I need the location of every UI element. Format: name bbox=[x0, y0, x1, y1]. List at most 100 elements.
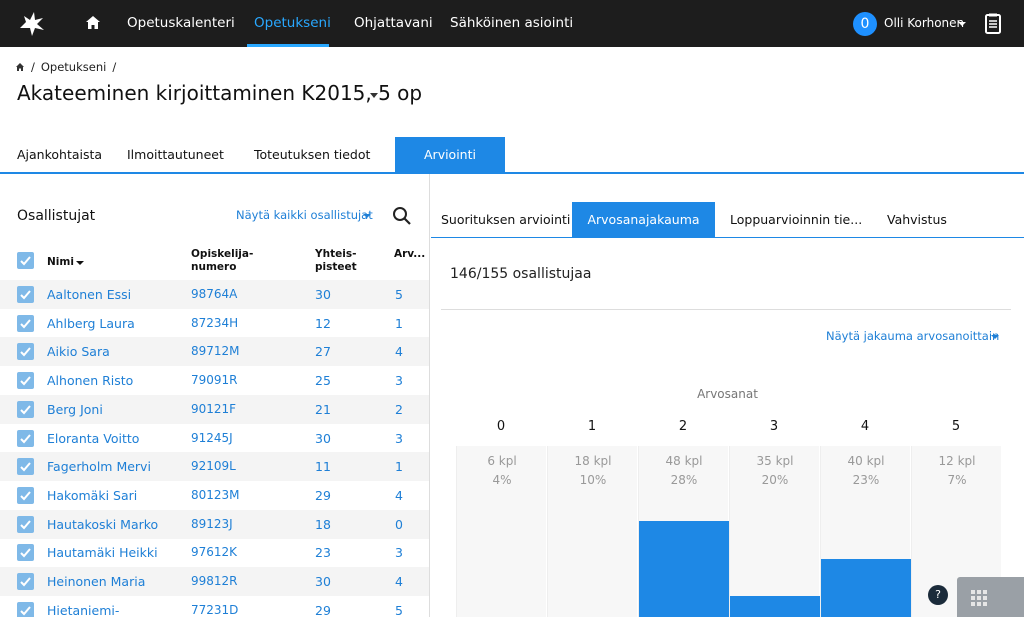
grade-bar-area[interactable]: 35 kpl 20% bbox=[729, 446, 820, 617]
grade-value[interactable]: 4 bbox=[395, 574, 403, 589]
row-checkbox[interactable] bbox=[17, 314, 34, 332]
home-icon[interactable] bbox=[84, 14, 102, 32]
distribution-filter-dropdown[interactable]: Näytä jakauma arvosanoittain bbox=[826, 329, 999, 343]
student-number[interactable]: 98764A bbox=[191, 287, 237, 301]
row-checkbox[interactable] bbox=[17, 372, 34, 390]
student-number[interactable]: 79091R bbox=[191, 373, 238, 387]
grade-value[interactable]: 4 bbox=[395, 344, 403, 359]
participant-name-link[interactable]: Eloranta Voitto bbox=[47, 431, 139, 446]
table-row[interactable]: Heinonen Maria 99812R 30 4 bbox=[0, 567, 429, 596]
search-icon[interactable] bbox=[392, 206, 412, 226]
subtab-loppuarvioinnin-tiedot[interactable]: Loppuarvioinnin tie... bbox=[730, 202, 862, 238]
student-number[interactable]: 89712M bbox=[191, 344, 240, 358]
breadcrumb-opetukseni[interactable]: Opetukseni bbox=[41, 60, 106, 74]
university-logo-icon[interactable] bbox=[16, 8, 48, 40]
grade-bar-area[interactable]: 6 kpl 4% bbox=[456, 446, 546, 617]
grade-bar[interactable] bbox=[730, 596, 820, 617]
student-number[interactable]: 92109L bbox=[191, 459, 236, 473]
total-points[interactable]: 23 bbox=[315, 545, 331, 560]
table-row[interactable]: Fagerholm Mervi 92109L 11 1 bbox=[0, 452, 429, 482]
chevron-down-icon[interactable] bbox=[991, 335, 999, 339]
row-checkbox[interactable] bbox=[17, 544, 34, 562]
tab-arviointi[interactable]: Arviointi bbox=[395, 137, 505, 173]
home-icon[interactable] bbox=[15, 62, 25, 72]
grade-value[interactable]: 0 bbox=[395, 517, 403, 532]
participant-name-link[interactable]: Fagerholm Mervi bbox=[47, 459, 151, 474]
total-points[interactable]: 29 bbox=[315, 603, 331, 617]
participant-name-link[interactable]: Aaltonen Essi bbox=[47, 287, 131, 302]
chevron-down-icon[interactable] bbox=[363, 214, 371, 218]
column-header-student-number[interactable]: Opiskelija- numero bbox=[191, 248, 253, 274]
participant-name-link[interactable]: Aikio Sara bbox=[47, 344, 110, 359]
nav-ohjattavani[interactable]: Ohjattavani bbox=[354, 0, 433, 47]
table-row[interactable]: Hietaniemi- 77231D 29 5 bbox=[0, 596, 429, 617]
row-checkbox[interactable] bbox=[17, 286, 34, 303]
grade-bar[interactable] bbox=[821, 559, 911, 617]
grade-value[interactable]: 2 bbox=[395, 402, 403, 417]
chevron-down-icon[interactable] bbox=[370, 93, 378, 98]
total-points[interactable]: 30 bbox=[315, 287, 331, 302]
row-checkbox[interactable] bbox=[17, 429, 34, 447]
student-number[interactable]: 80123M bbox=[191, 488, 240, 502]
notification-badge[interactable]: 0 bbox=[853, 12, 877, 36]
row-checkbox[interactable] bbox=[17, 400, 34, 418]
grade-bar[interactable] bbox=[639, 521, 729, 617]
page-title[interactable]: Akateeminen kirjoittaminen K2015, 5 op bbox=[17, 81, 422, 105]
table-row[interactable]: Aaltonen Essi 98764A 30 5 bbox=[0, 280, 429, 309]
table-row[interactable]: Eloranta Voitto 91245J 30 3 bbox=[0, 424, 429, 453]
total-points[interactable]: 11 bbox=[315, 459, 331, 474]
participant-name-link[interactable]: Hautakoski Marko bbox=[47, 517, 158, 532]
student-number[interactable]: 77231D bbox=[191, 603, 238, 617]
grade-value[interactable]: 3 bbox=[395, 373, 403, 388]
participant-name-link[interactable]: Hietaniemi- bbox=[47, 603, 119, 617]
participant-name-link[interactable]: Ahlberg Laura bbox=[47, 316, 135, 331]
chevron-down-icon[interactable] bbox=[958, 22, 966, 26]
total-points[interactable]: 12 bbox=[315, 316, 331, 331]
tab-ajankohtaista[interactable]: Ajankohtaista bbox=[17, 137, 102, 173]
row-checkbox[interactable] bbox=[17, 458, 34, 476]
student-number[interactable]: 89123J bbox=[191, 517, 233, 531]
participant-name-link[interactable]: Alhonen Risto bbox=[47, 373, 133, 388]
nav-opetukseni[interactable]: Opetukseni bbox=[254, 0, 331, 47]
participants-filter-dropdown[interactable]: Näytä kaikki osallistujat bbox=[236, 208, 373, 222]
grade-value[interactable]: 3 bbox=[395, 545, 403, 560]
total-points[interactable]: 30 bbox=[315, 431, 331, 446]
grade-value[interactable]: 3 bbox=[395, 431, 403, 446]
grade-bar-area[interactable]: 18 kpl 10% bbox=[547, 446, 637, 617]
student-number[interactable]: 90121F bbox=[191, 402, 236, 416]
total-points[interactable]: 25 bbox=[315, 373, 331, 388]
select-all-checkbox[interactable] bbox=[17, 252, 34, 269]
row-checkbox[interactable] bbox=[17, 343, 34, 361]
nav-sahkoinen-asiointi[interactable]: Sähköinen asiointi bbox=[450, 0, 573, 47]
table-row[interactable]: Aikio Sara 89712M 27 4 bbox=[0, 337, 429, 367]
total-points[interactable]: 30 bbox=[315, 574, 331, 589]
total-points[interactable]: 21 bbox=[315, 402, 331, 417]
table-row[interactable]: Alhonen Risto 79091R 25 3 bbox=[0, 366, 429, 395]
column-header-points[interactable]: Yhteis- pisteet bbox=[315, 248, 357, 274]
row-checkbox[interactable] bbox=[17, 573, 34, 590]
grade-value[interactable]: 5 bbox=[395, 287, 403, 302]
sort-down-icon[interactable] bbox=[76, 261, 84, 265]
participant-name-link[interactable]: Heinonen Maria bbox=[47, 574, 145, 589]
table-row[interactable]: Ahlberg Laura 87234H 12 1 bbox=[0, 309, 429, 338]
grade-value[interactable]: 4 bbox=[395, 488, 403, 503]
row-checkbox[interactable] bbox=[17, 601, 34, 617]
student-number[interactable]: 99812R bbox=[191, 574, 238, 588]
grade-bar-area[interactable]: 40 kpl 23% bbox=[820, 446, 911, 617]
total-points[interactable]: 29 bbox=[315, 488, 331, 503]
total-points[interactable]: 18 bbox=[315, 517, 331, 532]
column-header-grade[interactable]: Arv... bbox=[394, 248, 425, 261]
column-header-name[interactable]: Nimi bbox=[47, 256, 74, 269]
grade-value[interactable]: 1 bbox=[395, 459, 403, 474]
table-row[interactable]: Hautakoski Marko 89123J 18 0 bbox=[0, 509, 429, 539]
total-points[interactable]: 27 bbox=[315, 344, 331, 359]
grid-icon[interactable] bbox=[957, 577, 1024, 617]
subtab-arvosanajakauma[interactable]: Arvosanajakauma bbox=[572, 202, 715, 238]
nav-opetuskalenteri[interactable]: Opetuskalenteri bbox=[127, 0, 235, 47]
table-row[interactable]: Hakomäki Sari 80123M 29 4 bbox=[0, 481, 429, 510]
row-checkbox[interactable] bbox=[17, 486, 34, 504]
table-row[interactable]: Berg Joni 90121F 21 2 bbox=[0, 394, 429, 424]
app-launcher-button[interactable] bbox=[957, 577, 1024, 617]
grade-value[interactable]: 5 bbox=[395, 603, 403, 617]
document-icon[interactable] bbox=[984, 13, 1002, 35]
